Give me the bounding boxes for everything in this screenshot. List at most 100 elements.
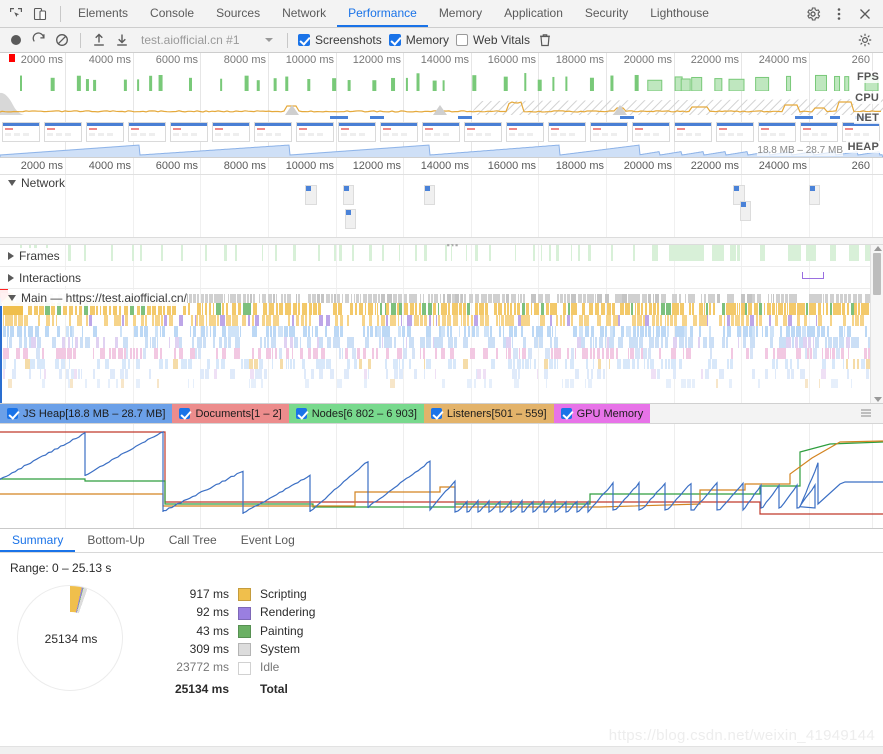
flame-block[interactable]	[159, 326, 161, 337]
flame-block[interactable]	[664, 337, 668, 348]
flame-block[interactable]	[369, 315, 372, 326]
flame-block[interactable]	[156, 337, 159, 348]
flame-block[interactable]	[43, 369, 47, 379]
flame-block[interactable]	[654, 337, 660, 348]
screenshot-thumbnail[interactable]	[170, 122, 208, 142]
frame-marker[interactable]	[68, 245, 71, 261]
flame-block[interactable]	[427, 303, 433, 315]
flame-block[interactable]	[723, 315, 726, 326]
flame-block[interactable]	[275, 294, 278, 303]
flame-block[interactable]	[449, 348, 454, 359]
flame-block[interactable]	[269, 326, 273, 337]
tab-performance[interactable]: Performance	[337, 0, 428, 27]
flame-block[interactable]	[511, 294, 516, 303]
flame-block[interactable]	[589, 337, 592, 348]
flame-block[interactable]	[448, 303, 450, 315]
flame-block[interactable]	[817, 294, 823, 303]
flame-block[interactable]	[672, 337, 678, 348]
flame-block[interactable]	[406, 337, 408, 348]
flame-block[interactable]	[600, 326, 604, 337]
flame-block[interactable]	[304, 315, 308, 326]
hamburger-icon[interactable]	[859, 406, 875, 422]
flame-block[interactable]	[498, 303, 502, 315]
flame-row[interactable]	[3, 359, 871, 369]
flame-block[interactable]	[667, 315, 669, 326]
flame-block[interactable]	[666, 379, 671, 388]
flame-block[interactable]	[804, 315, 808, 326]
flame-block[interactable]	[361, 315, 365, 326]
flame-block[interactable]	[203, 337, 207, 348]
flame-block[interactable]	[69, 379, 73, 388]
flame-block[interactable]	[847, 326, 852, 337]
flame-block[interactable]	[215, 348, 218, 359]
flame-block[interactable]	[743, 326, 748, 337]
flame-block[interactable]	[280, 359, 283, 369]
flame-block[interactable]	[844, 326, 846, 337]
flame-block[interactable]	[411, 348, 415, 359]
flame-block[interactable]	[285, 359, 288, 369]
flame-block[interactable]	[627, 359, 630, 369]
flame-block[interactable]	[574, 369, 580, 379]
flame-block[interactable]	[857, 303, 860, 315]
flame-block[interactable]	[84, 337, 90, 348]
flame-block[interactable]	[473, 315, 478, 326]
flame-block[interactable]	[742, 337, 746, 348]
memory-legend-gpu-memory[interactable]: GPU Memory	[553, 404, 651, 423]
flame-block[interactable]	[861, 294, 863, 303]
flame-block[interactable]	[646, 359, 650, 369]
flame-block[interactable]	[61, 348, 67, 359]
flame-block[interactable]	[441, 379, 446, 388]
flame-block[interactable]	[563, 315, 566, 326]
flame-block[interactable]	[222, 326, 227, 337]
flame-block[interactable]	[279, 303, 284, 315]
flame-block[interactable]	[584, 379, 586, 388]
flame-block[interactable]	[67, 348, 72, 359]
flame-row[interactable]	[3, 315, 870, 326]
flame-block[interactable]	[353, 294, 355, 303]
flame-block[interactable]	[114, 337, 119, 348]
flame-block[interactable]	[680, 379, 686, 388]
flame-block[interactable]	[252, 294, 256, 303]
screenshot-thumbnail[interactable]	[422, 122, 460, 142]
flame-block[interactable]	[5, 315, 8, 326]
screenshot-thumbnail[interactable]	[758, 122, 796, 142]
flame-block[interactable]	[590, 369, 593, 379]
flame-block[interactable]	[434, 369, 437, 379]
flame-block[interactable]	[261, 294, 267, 303]
flame-block[interactable]	[811, 326, 815, 337]
flame-block[interactable]	[100, 348, 106, 359]
flame-block[interactable]	[224, 294, 226, 303]
flame-block[interactable]	[254, 315, 259, 326]
frame-marker[interactable]	[571, 245, 573, 261]
flame-block[interactable]	[254, 359, 258, 369]
flame-block[interactable]	[618, 337, 623, 348]
flame-block[interactable]	[45, 315, 50, 326]
interactions-track-area[interactable]	[0, 267, 883, 289]
flame-block[interactable]	[367, 369, 370, 379]
flame-block[interactable]	[808, 337, 811, 348]
tab-memory[interactable]: Memory	[428, 0, 493, 27]
flame-block[interactable]	[656, 369, 660, 379]
flame-block[interactable]	[552, 326, 554, 337]
scrollbar-thumb[interactable]	[873, 253, 881, 295]
frame-marker[interactable]	[556, 245, 559, 261]
flame-block[interactable]	[534, 337, 538, 348]
flame-block[interactable]	[604, 326, 608, 337]
flame-block[interactable]	[672, 294, 677, 303]
flame-block[interactable]	[426, 337, 428, 348]
flame-block[interactable]	[701, 369, 703, 379]
flame-block[interactable]	[197, 337, 202, 348]
frame-marker[interactable]	[652, 245, 659, 261]
network-track-resizer[interactable]: ▪▪▪	[0, 237, 883, 250]
flame-block[interactable]	[615, 348, 618, 359]
flame-block[interactable]	[377, 315, 379, 326]
flame-block[interactable]	[18, 315, 23, 326]
flame-block[interactable]	[792, 294, 798, 303]
tab-console[interactable]: Console	[139, 0, 205, 27]
flame-block[interactable]	[121, 315, 124, 326]
flame-block[interactable]	[786, 337, 792, 348]
flame-block[interactable]	[80, 337, 84, 348]
frame-marker[interactable]	[369, 245, 372, 261]
flame-block[interactable]	[60, 359, 66, 369]
flame-block[interactable]	[300, 315, 304, 326]
